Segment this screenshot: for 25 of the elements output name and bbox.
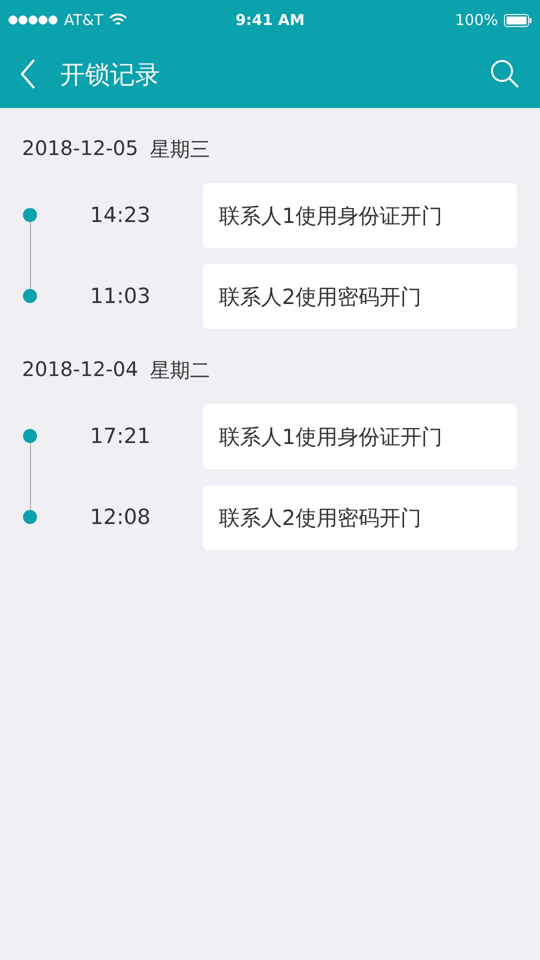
record-card[interactable]: 联系人2使用密码开门 [203,264,517,329]
battery-icon [504,14,532,26]
record-card[interactable]: 联系人1使用身份证开门 [203,404,517,469]
record-time: 11:03 [89,283,152,310]
carrier-label: AT&T [64,11,104,29]
timeline-dot [23,429,37,443]
status-time: 9:41 AM [235,11,305,29]
record-time: 12:08 [89,504,152,531]
timeline-dot [23,510,37,524]
record-card[interactable]: 联系人1使用身份证开门 [203,183,517,248]
battery-label: 100% [455,11,498,29]
weekday-label: 星期三 [150,136,210,163]
weekday-label: 星期二 [150,357,210,384]
record-card[interactable]: 联系人2使用密码开门 [203,485,517,550]
date-label: 2018-12-04 [22,357,138,383]
page-title: 开锁记录 [60,58,161,90]
search-icon[interactable] [490,59,520,89]
record-time: 17:21 [89,423,152,450]
wifi-icon [109,13,128,27]
date-label: 2018-12-05 [22,136,138,162]
timeline-dot [23,208,37,222]
record-time: 14:23 [89,202,152,229]
back-icon[interactable] [20,58,36,90]
signal-icon [8,15,58,25]
timeline-dot [23,289,37,303]
